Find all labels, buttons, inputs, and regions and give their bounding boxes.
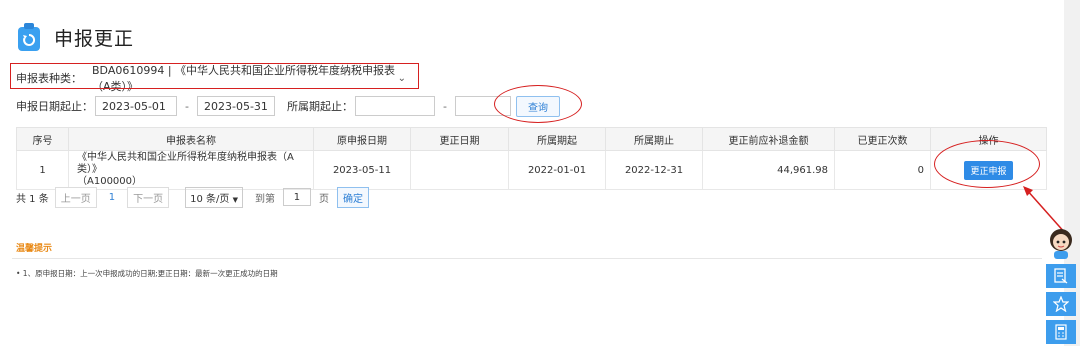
pager-goto-label: 到第 <box>254 193 275 205</box>
side-favorite-button[interactable] <box>1046 292 1076 316</box>
col-header-amount: 更正前应补退金额 <box>702 127 835 151</box>
pager-prev-button[interactable]: 上一页 <box>54 186 97 208</box>
period-range-label: 所属期起止： <box>286 100 353 113</box>
annotation-circle <box>934 140 1040 188</box>
cell-period-end: 2022-12-31 <box>605 150 703 190</box>
annotation-box <box>10 63 419 89</box>
table-header-row: 序号 申报表名称 原申报日期 更正日期 所属期起 所属期止 更正前应补退金额 已… <box>16 127 1047 151</box>
annotation-circle <box>494 85 582 123</box>
side-declare-button[interactable] <box>1046 264 1076 288</box>
date-range-dash: - <box>185 99 189 113</box>
tips-text: • 1、原申报日期：上一次申报成功的日期;更正日期：最新一次更正成功的日期 <box>16 269 278 278</box>
cell-count: 0 <box>834 150 931 190</box>
date-range-label: 申报日期起止： <box>16 100 93 113</box>
table-row: 1 《中华人民共和国企业所得税年度纳税申报表（A类）》 （A100000） 20… <box>16 150 1047 190</box>
cell-amount: 44,961.98 <box>702 150 835 190</box>
tips-title: 温馨提示 <box>16 244 53 254</box>
assistant-avatar-icon[interactable] <box>1046 226 1076 260</box>
side-calculator-button[interactable] <box>1046 320 1076 344</box>
pager-goto-input[interactable]: 1 <box>282 188 311 206</box>
page-header: 申报更正 <box>18 22 134 52</box>
star-icon <box>1053 296 1069 312</box>
pager-size-select[interactable]: 10 条/页 ▼ <box>185 186 243 208</box>
period-range-dash: - <box>442 99 447 113</box>
col-header-period-start: 所属期起 <box>508 127 606 151</box>
col-header-count: 已更正次数 <box>834 127 931 151</box>
cell-corr-date <box>410 150 509 190</box>
caret-down-icon: ▼ <box>232 195 238 204</box>
col-header-orig-date: 原申报日期 <box>313 127 411 151</box>
period-start-input[interactable] <box>354 96 435 116</box>
cell-orig-date: 2023-05-11 <box>313 150 411 190</box>
pager-size-value: 10 条/页 <box>190 193 230 205</box>
pagination: 共 1 条 上一页 1 下一页 10 条/页 ▼ 到第 1 页 确定 <box>16 186 369 208</box>
col-header-period-end: 所属期止 <box>605 127 703 151</box>
pager-page-unit: 页 <box>318 193 329 205</box>
col-header-corr-date: 更正日期 <box>410 127 509 151</box>
date-end-input[interactable]: 2023-05-31 <box>196 96 275 116</box>
date-start-input[interactable]: 2023-05-01 <box>95 96 177 116</box>
tips-divider <box>12 258 1042 259</box>
col-header-name: 申报表名称 <box>68 127 314 151</box>
page-title: 申报更正 <box>54 27 135 50</box>
document-icon <box>1054 268 1068 284</box>
pager-page-number[interactable]: 1 <box>109 192 115 203</box>
results-table: 序号 申报表名称 原申报日期 更正日期 所属期起 所属期止 更正前应补退金额 已… <box>16 127 1047 190</box>
pager-confirm-button[interactable]: 确定 <box>336 186 369 208</box>
calculator-icon <box>1055 324 1067 340</box>
date-filter-row: 申报日期起止： 2023-05-01 - 2023-05-31 所属期起止： - <box>16 95 511 117</box>
col-header-no: 序号 <box>16 127 69 151</box>
cell-period-start: 2022-01-01 <box>508 150 606 190</box>
pager-total: 共 1 条 <box>16 193 49 205</box>
cell-name: 《中华人民共和国企业所得税年度纳税申报表（A类）》 （A100000） <box>68 150 314 190</box>
refresh-document-icon <box>18 23 40 51</box>
cell-no: 1 <box>16 150 69 190</box>
pager-next-button[interactable]: 下一页 <box>127 186 170 208</box>
cell-name-line1: 《中华人民共和国企业所得税年度纳税申报表（A类）》 <box>77 152 294 175</box>
